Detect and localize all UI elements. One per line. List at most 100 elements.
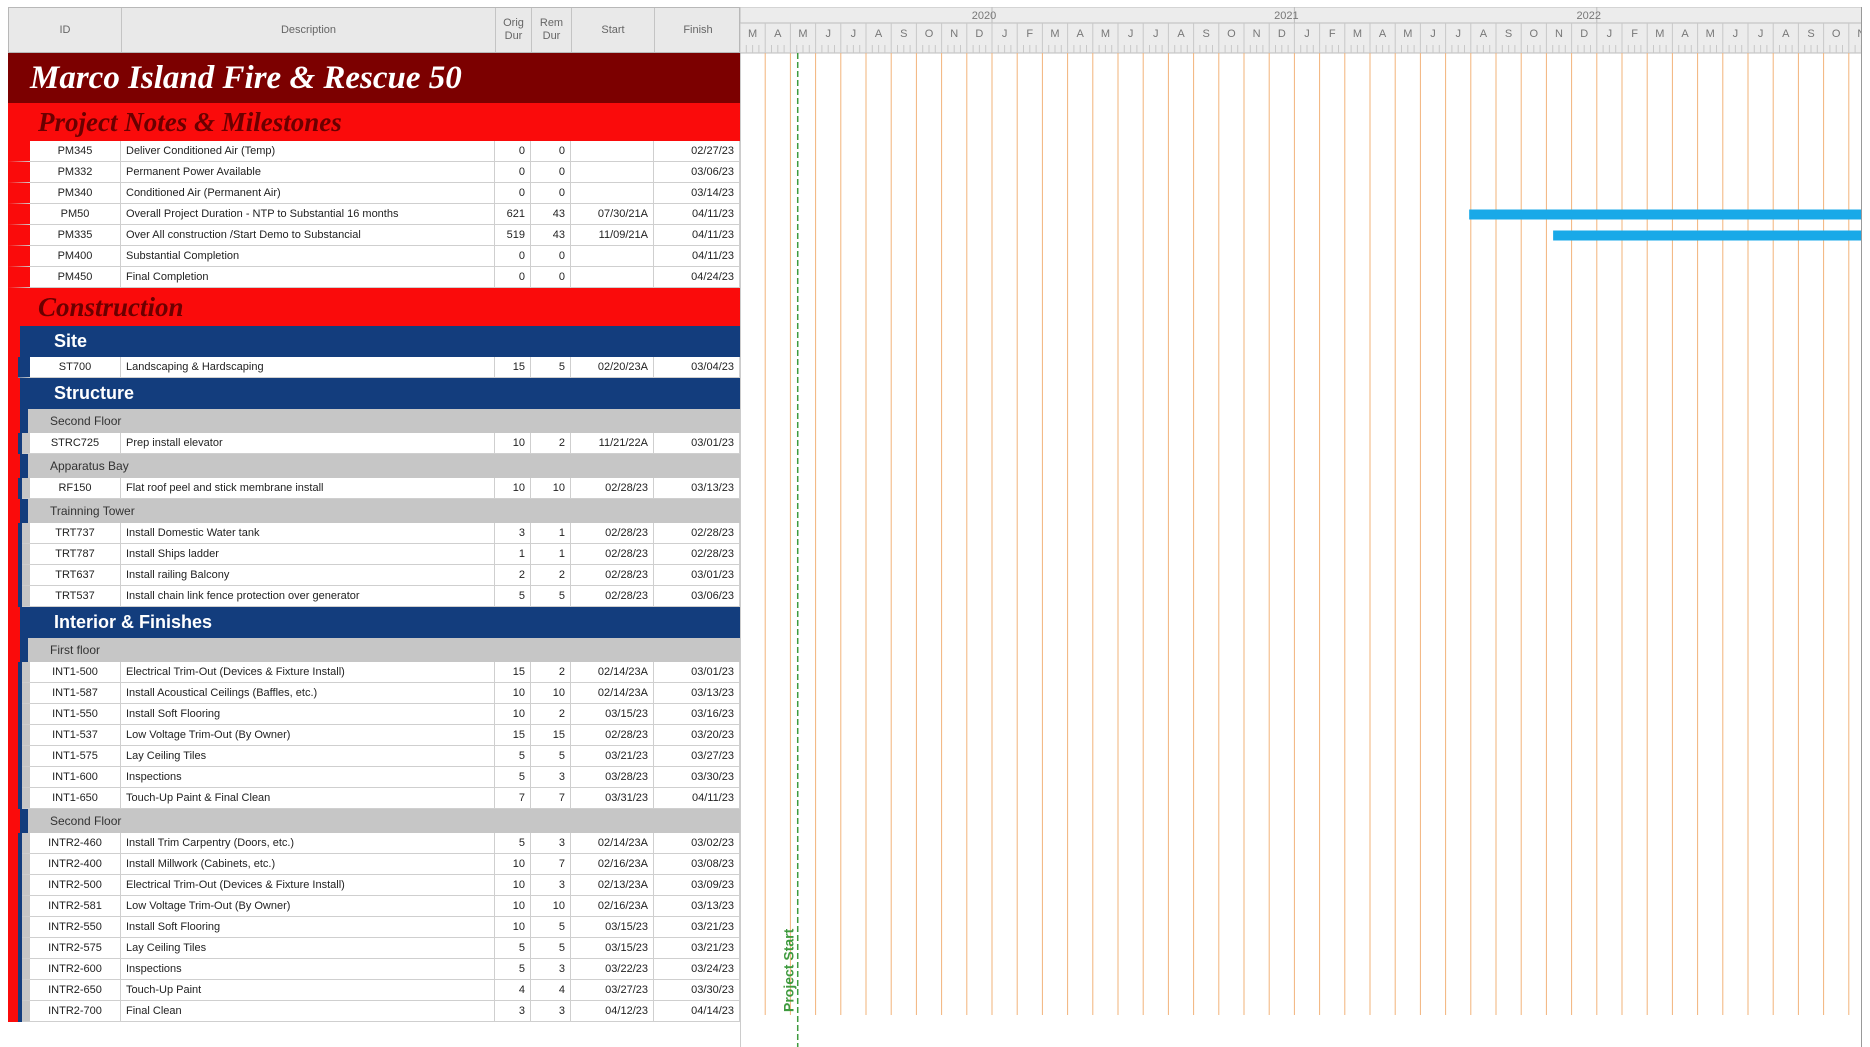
cell-orig-dur: 0: [495, 162, 531, 182]
table-row[interactable]: INTR2-550 Install Soft Flooring 10 5 03/15/2…: [8, 917, 740, 938]
col-header-rem-dur[interactable]: Rem Dur: [532, 8, 572, 52]
cell-rem-dur: 2: [531, 662, 571, 682]
cell-rem-dur: 43: [531, 225, 571, 245]
wbs-band-level2[interactable]: Interior & Finishes: [8, 607, 740, 638]
cell-start: 02/14/23A: [571, 833, 654, 853]
cell-description: Over All construction /Start Demo to Sub…: [121, 225, 495, 245]
cell-start: [571, 267, 654, 287]
cell-start: 03/22/23: [571, 959, 654, 979]
col-header-finish[interactable]: Finish: [655, 8, 741, 52]
col-header-start[interactable]: Start: [572, 8, 655, 52]
table-row[interactable]: PM332 Permanent Power Available 0 0 03/06/23: [8, 162, 740, 183]
cell-description: Install Millwork (Cabinets, etc.): [121, 854, 495, 874]
cell-start: 03/31/23: [571, 788, 654, 808]
table-row[interactable]: INT1-550 Install Soft Flooring 10 2 03/15/23…: [8, 704, 740, 725]
cell-orig-dur: 3: [495, 1001, 531, 1021]
table-row[interactable]: PM50 Overall Project Duration - NTP to Su…: [8, 204, 740, 225]
table-row[interactable]: INT1-575 Lay Ceiling Tiles 5 5 03/21/23 03/27…: [8, 746, 740, 767]
cell-start: 02/16/23A: [571, 854, 654, 874]
table-row[interactable]: RF150 Flat roof peel and stick membrane i…: [8, 478, 740, 499]
month-label: N: [1555, 28, 1563, 40]
cell-description: Touch-Up Paint: [121, 980, 495, 1000]
cell-start: 03/21/23: [571, 746, 654, 766]
month-label: M: [748, 28, 757, 40]
gantt-bar-actual[interactable]: [1469, 209, 1862, 220]
month-label: A: [1379, 28, 1387, 40]
table-row[interactable]: INTR2-575 Lay Ceiling Tiles 5 5 03/15/23 03/2…: [8, 938, 740, 959]
column-header-row: ID Description Orig Dur Rem Dur Start Fi…: [8, 7, 740, 53]
cell-id: INT1-600: [30, 767, 121, 787]
cell-finish: 03/01/23: [654, 433, 740, 453]
month-label: A: [1782, 28, 1790, 40]
gantt-bar-actual[interactable]: [1553, 230, 1862, 241]
gantt-chart: 2020202120222023MAMJJASONDJFMAMJJASONDJF…: [740, 7, 1862, 1047]
cell-id: TRT787: [30, 544, 121, 564]
project-banner[interactable]: Marco Island Fire & Rescue 50: [8, 53, 740, 103]
cell-start: 02/13/23A: [571, 875, 654, 895]
table-row[interactable]: PM450 Final Completion 0 0 04/24/23: [8, 267, 740, 288]
table-row[interactable]: INT1-600 Inspections 5 3 03/28/23 03/30/23: [8, 767, 740, 788]
cell-description: Substantial Completion: [121, 246, 495, 266]
table-row[interactable]: TRT787 Install Ships ladder 1 1 02/28/23 02/2…: [8, 544, 740, 565]
cell-rem-dur: 3: [531, 833, 571, 853]
wbs-band-level3[interactable]: Second Floor: [8, 809, 740, 833]
wbs-band-level1[interactable]: Construction: [8, 288, 740, 326]
cell-finish: 04/14/23: [654, 1001, 740, 1021]
cell-rem-dur: 5: [531, 938, 571, 958]
wbs-band-level3[interactable]: First floor: [8, 638, 740, 662]
wbs-band-level2[interactable]: Site: [8, 326, 740, 357]
cell-rem-dur: 5: [531, 586, 571, 606]
cell-finish: 02/28/23: [654, 523, 740, 543]
wbs-band-level3[interactable]: Second Floor: [8, 409, 740, 433]
table-row[interactable]: INT1-650 Touch-Up Paint & Final Clean 7 7 03…: [8, 788, 740, 809]
wbs-label: Interior & Finishes: [54, 612, 213, 632]
cell-finish: 03/06/23: [654, 162, 740, 182]
table-row[interactable]: TRT537 Install chain link fence protectio…: [8, 586, 740, 607]
cell-orig-dur: 10: [495, 478, 531, 498]
table-row[interactable]: PM400 Substantial Completion 0 0 04/11/23: [8, 246, 740, 267]
table-row[interactable]: ST700 Landscaping & Hardscaping 15 5 02/20/2…: [8, 357, 740, 378]
cell-orig-dur: 0: [495, 141, 531, 161]
table-row[interactable]: INTR2-700 Final Clean 3 3 04/12/23 04/14/23: [8, 1001, 740, 1022]
table-row[interactable]: PM340 Conditioned Air (Permanent Air) 0 0 03…: [8, 183, 740, 204]
cell-id: STRC725: [30, 433, 121, 453]
cell-id: INT1-537: [30, 725, 121, 745]
cell-start: 02/16/23A: [571, 896, 654, 916]
month-label: M: [1353, 28, 1362, 40]
table-row[interactable]: INTR2-581 Low Voltage Trim-Out (By Owner)…: [8, 896, 740, 917]
table-row[interactable]: TRT737 Install Domestic Water tank 3 1 02/28…: [8, 523, 740, 544]
wbs-band-level1[interactable]: Project Notes & Milestones: [8, 103, 740, 141]
cell-id: INTR2-460: [30, 833, 121, 853]
month-label: O: [1530, 28, 1539, 40]
table-row[interactable]: TRT637 Install railing Balcony 2 2 02/28/23 0…: [8, 565, 740, 586]
col-header-orig-dur[interactable]: Orig Dur: [496, 8, 532, 52]
table-row[interactable]: INTR2-600 Inspections 5 3 03/22/23 03/24/23: [8, 959, 740, 980]
cell-description: Touch-Up Paint & Final Clean: [121, 788, 495, 808]
month-label: A: [875, 28, 883, 40]
cell-id: TRT737: [30, 523, 121, 543]
table-row[interactable]: INTR2-500 Electrical Trim-Out (Devices & …: [8, 875, 740, 896]
table-row[interactable]: PM345 Deliver Conditioned Air (Temp) 0 0 02/…: [8, 141, 740, 162]
col-header-description[interactable]: Description: [122, 8, 496, 52]
table-row[interactable]: STRC725 Prep install elevator 10 2 11/21/22A…: [8, 433, 740, 454]
month-label: A: [1077, 28, 1085, 40]
wbs-band-level3[interactable]: Apparatus Bay: [8, 454, 740, 478]
table-row[interactable]: INTR2-650 Touch-Up Paint 4 4 03/27/23 03/30/2…: [8, 980, 740, 1001]
table-row[interactable]: INT1-500 Electrical Trim-Out (Devices & F…: [8, 662, 740, 683]
table-row[interactable]: INT1-537 Low Voltage Trim-Out (By Owner) 1…: [8, 725, 740, 746]
wbs-band-level2[interactable]: Structure: [8, 378, 740, 409]
table-row[interactable]: INTR2-460 Install Trim Carpentry (Doors, …: [8, 833, 740, 854]
table-row[interactable]: PM335 Over All construction /Start Demo t…: [8, 225, 740, 246]
month-label: F: [1329, 28, 1336, 40]
table-row[interactable]: INT1-587 Install Acoustical Ceilings (Baf…: [8, 683, 740, 704]
cell-finish: 03/13/23: [654, 683, 740, 703]
wbs-indent-marker: [20, 499, 28, 523]
gantt-canvas[interactable]: 2020202120222023MAMJJASONDJFMAMJJASONDJF…: [740, 7, 1862, 1047]
table-row[interactable]: INTR2-400 Install Millwork (Cabinets, etc…: [8, 854, 740, 875]
wbs-band-level3[interactable]: Trainning Tower: [8, 499, 740, 523]
col-header-id[interactable]: ID: [9, 8, 122, 52]
month-label: J: [1304, 28, 1310, 40]
cell-id: INTR2-581: [30, 896, 121, 916]
month-label: J: [1607, 28, 1613, 40]
cell-id: ST700: [30, 357, 121, 377]
